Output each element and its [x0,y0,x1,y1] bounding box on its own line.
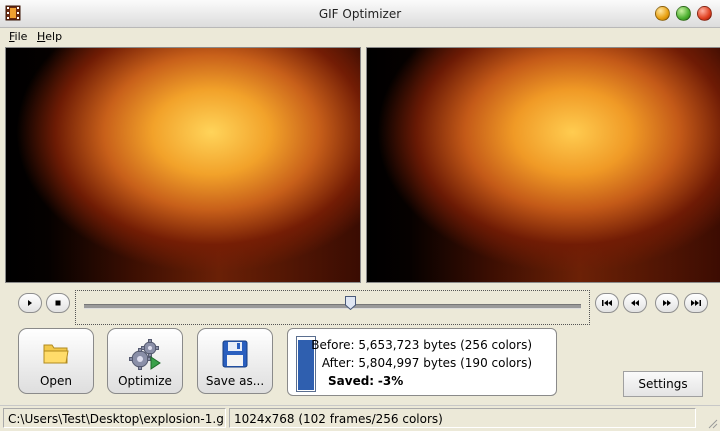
play-button[interactable] [18,293,42,313]
menu-file[interactable]: File [9,30,27,43]
next-frame-button[interactable] [655,293,679,313]
title-bar: GIF Optimizer [0,0,720,28]
rewind-icon [631,300,639,306]
minimize-button[interactable] [655,6,670,21]
saved-label: Saved: [328,374,375,388]
save-as-button-label: Save as... [205,374,265,388]
open-button-label: Open [39,374,73,388]
optimize-button-label: Optimize [118,374,172,388]
original-preview [5,47,361,283]
resize-grip-icon[interactable] [706,417,718,429]
slider-track [84,304,581,309]
menu-help[interactable]: Help [37,30,62,43]
window-title: GIF Optimizer [318,7,402,21]
settings-button[interactable]: Settings [623,371,703,397]
folder-icon [43,344,69,364]
last-frame-button[interactable] [684,293,708,313]
floppy-disk-icon [222,340,248,368]
optimized-preview [366,47,720,283]
before-size-text: Before: 5,653,723 bytes (256 colors) [311,338,532,352]
open-button[interactable]: Open [18,328,94,394]
close-button[interactable] [697,6,712,21]
previous-frame-button[interactable] [623,293,647,313]
stop-button[interactable] [46,293,70,313]
skip-to-end-icon [691,300,701,306]
play-icon [28,300,32,306]
status-file-path: C:\Users\Test\Desktop\explosion-1.gif [3,408,226,428]
slider-thumb[interactable] [344,296,356,310]
skip-to-start-icon [602,300,612,306]
frame-slider[interactable] [75,290,590,325]
status-image-info: 1024x768 (102 frames/256 colors) [229,408,696,428]
saved-value: -3% [377,374,404,388]
optimize-button[interactable]: Optimize [107,328,183,394]
after-size-text: After: 5,804,997 bytes (190 colors) [321,356,532,370]
stop-icon [55,300,61,306]
first-frame-button[interactable] [595,293,619,313]
optimized-gif-image [367,48,720,282]
optimization-stats-panel: Before: 5,653,723 bytes (256 colors) Aft… [287,328,557,396]
original-gif-image [6,48,360,282]
save-as-button[interactable]: Save as... [197,328,273,394]
fast-forward-icon [663,300,671,306]
maximize-button[interactable] [676,6,691,21]
gears-icon [129,339,161,370]
saved-percentage: Saved: -3% [328,374,403,388]
menu-bar: File Help [0,28,720,46]
status-bar: C:\Users\Test\Desktop\explosion-1.gif 10… [0,405,720,431]
